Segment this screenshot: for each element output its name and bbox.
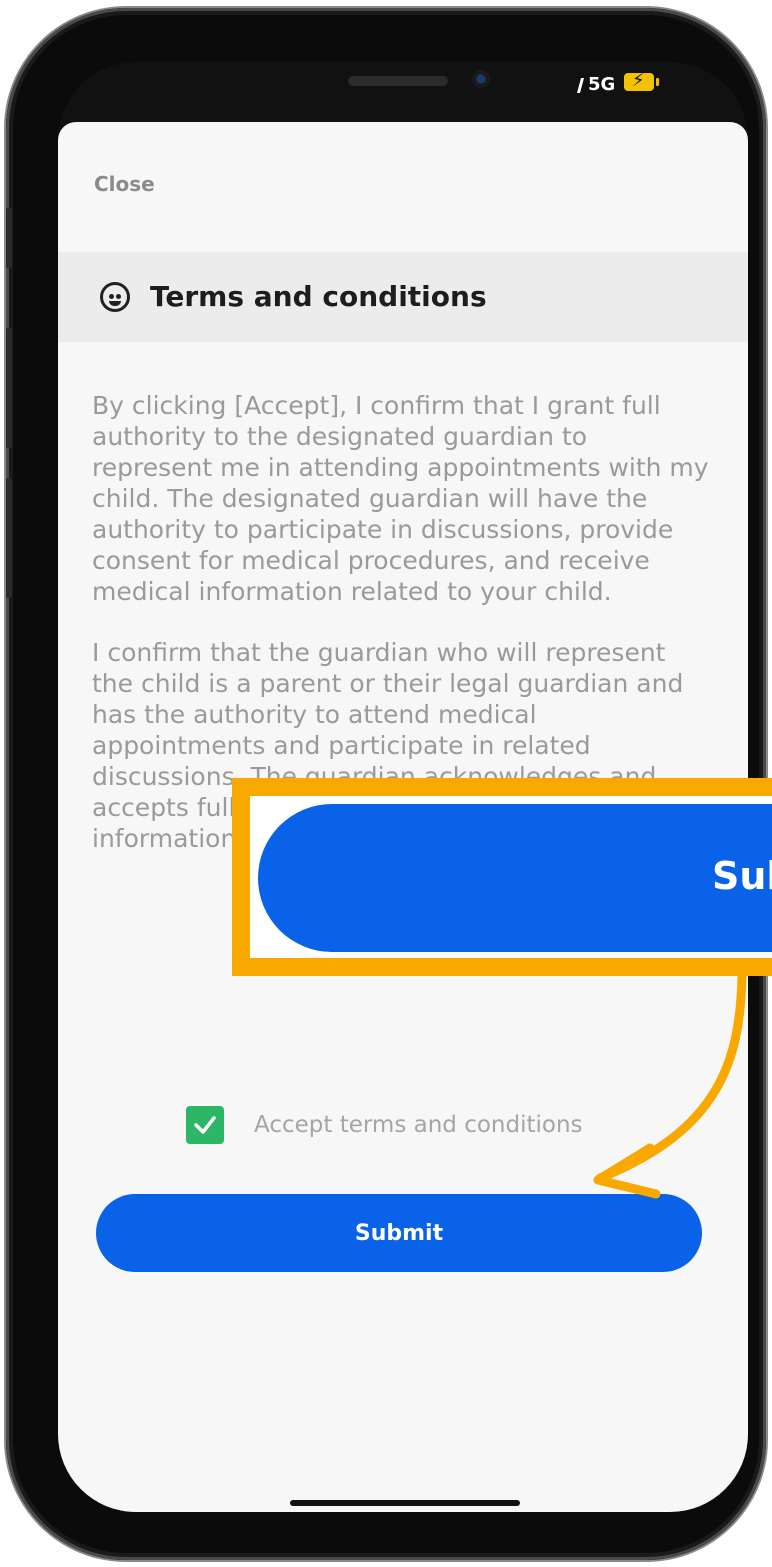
- battery-tip: [656, 78, 659, 86]
- side-button: [6, 208, 12, 268]
- camera-icon: [472, 70, 490, 88]
- accept-label: Accept terms and conditions: [254, 1112, 583, 1138]
- home-indicator: [290, 1500, 520, 1506]
- page-title: Terms and conditions: [150, 280, 487, 313]
- signal-icon: [576, 78, 585, 93]
- network-label: 5G: [588, 74, 616, 95]
- close-button[interactable]: Close: [94, 172, 155, 196]
- terms-paragraph: By clicking [Accept], I confirm that I g…: [92, 391, 709, 606]
- check-icon: [194, 1116, 216, 1134]
- family-icon: [100, 282, 130, 312]
- accept-checkbox[interactable]: [186, 1106, 224, 1144]
- submit-button[interactable]: Submit: [96, 1194, 702, 1272]
- charging-icon: ⚡: [632, 70, 645, 91]
- side-button: [6, 478, 12, 598]
- zoomed-submit-button: Submit: [258, 804, 772, 952]
- title-bar: Terms and conditions: [58, 252, 748, 342]
- zoomed-submit-label: Submit: [712, 854, 772, 898]
- speaker: [348, 76, 448, 86]
- side-button: [6, 328, 12, 448]
- zoom-callout: Submit: [232, 778, 772, 976]
